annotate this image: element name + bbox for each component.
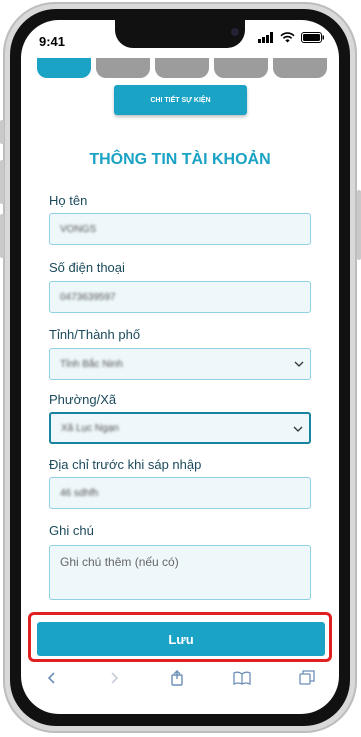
highlight-box <box>28 612 332 662</box>
side-button <box>357 190 361 260</box>
name-value: VONGS <box>60 223 97 235</box>
browser-toolbar <box>21 660 339 696</box>
back-icon[interactable] <box>45 671 59 685</box>
tabs-icon[interactable] <box>299 670 315 686</box>
step-indicator[interactable] <box>37 58 91 78</box>
share-icon[interactable] <box>169 670 185 686</box>
side-button <box>0 160 4 204</box>
battery-icon <box>301 32 324 43</box>
forward-icon[interactable] <box>107 671 121 685</box>
name-label: Họ tên <box>49 193 88 208</box>
signal-icon <box>258 32 273 43</box>
bookmarks-icon[interactable] <box>233 671 251 685</box>
name-field[interactable]: VONGS <box>49 213 311 245</box>
wifi-icon <box>280 32 295 43</box>
phone-value: 0473639597 <box>60 291 116 303</box>
province-select[interactable]: Tỉnh Bắc Ninh <box>49 348 311 380</box>
chevron-down-icon <box>293 426 303 432</box>
screen: 9:41 CHI TIẾT SỰ KIỆN THÔNG TIN TÀI KHOẢ… <box>21 20 339 714</box>
step-indicator[interactable] <box>155 58 209 78</box>
step-indicator[interactable] <box>96 58 150 78</box>
ward-select[interactable]: Xã Lục Ngạn <box>49 412 311 444</box>
ward-label: Phường/Xã <box>49 392 117 407</box>
progress-steps <box>37 58 327 78</box>
ward-value: Xã Lục Ngạn <box>61 422 119 434</box>
address-field[interactable]: 46 sdhfh <box>49 477 311 509</box>
side-button <box>0 214 4 258</box>
step-indicator[interactable] <box>273 58 327 78</box>
side-button <box>0 120 4 144</box>
event-details-button[interactable]: CHI TIẾT SỰ KIỆN <box>114 85 247 115</box>
camera-icon <box>231 28 239 36</box>
phone-label: Số điện thoại <box>49 260 125 275</box>
notch <box>115 20 245 48</box>
step-indicator[interactable] <box>214 58 268 78</box>
phone-field[interactable]: 0473639597 <box>49 281 311 313</box>
section-title: THÔNG TIN TÀI KHOẢN <box>89 151 271 168</box>
address-value: 46 sdhfh <box>60 487 99 499</box>
chevron-down-icon <box>294 361 304 367</box>
note-placeholder: Ghi chú thêm (nếu có) <box>60 555 179 569</box>
status-icons <box>258 32 325 43</box>
province-value: Tỉnh Bắc Ninh <box>60 358 123 370</box>
note-textarea[interactable]: Ghi chú thêm (nếu có) <box>49 545 311 600</box>
note-label: Ghi chú <box>49 523 94 538</box>
address-label: Địa chỉ trước khi sáp nhập <box>49 457 202 472</box>
province-label: Tỉnh/Thành phố <box>49 327 141 342</box>
status-time: 9:41 <box>39 34 66 49</box>
